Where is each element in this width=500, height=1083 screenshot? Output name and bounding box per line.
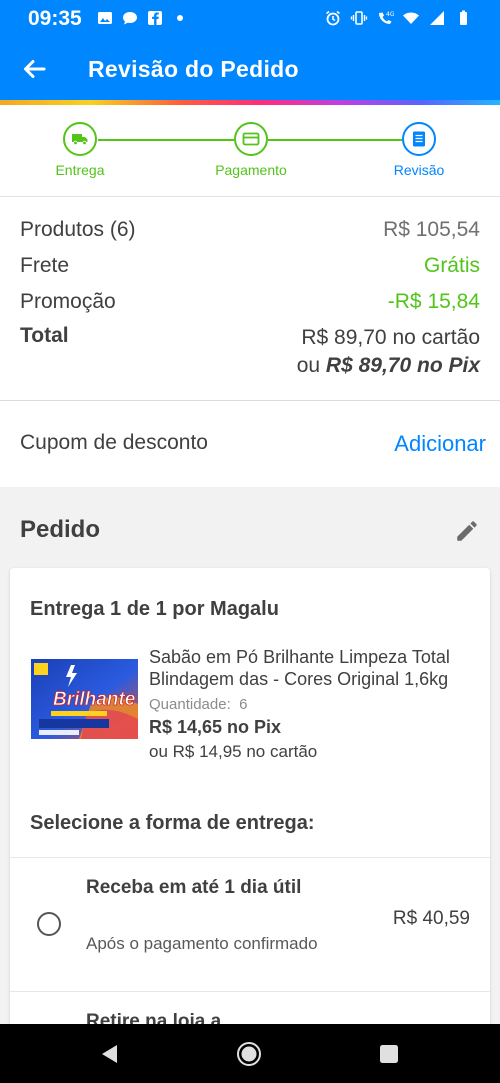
products-label: Produtos (6) xyxy=(20,218,136,241)
step-circle xyxy=(63,122,97,156)
status-time: 09:35 xyxy=(28,7,82,30)
product-name[interactable]: Sabão em Pó Brilhante Limpeza Total Blin… xyxy=(149,646,479,690)
product-price-card: ou R$ 14,95 no cartão xyxy=(149,742,318,761)
order-summary: Produtos (6) R$ 105,54 Frete Grátis Prom… xyxy=(0,197,500,401)
step-circle xyxy=(234,122,268,156)
status-bar: 09:35 4G xyxy=(0,0,500,38)
step-circle xyxy=(402,122,436,156)
summary-promo-row: Promoção -R$ 15,84 xyxy=(20,290,480,314)
dot-icon xyxy=(177,15,183,21)
vibrate-icon xyxy=(350,11,368,25)
total-pix-price: R$ 89,70 no Pix xyxy=(325,354,480,377)
quantity-label: Quantidade: xyxy=(149,696,231,713)
product-info: Sabão em Pó Brilhante Limpeza Total Blin… xyxy=(149,646,479,762)
checkout-stepper: Entrega Pagamento Revisão xyxy=(0,105,500,197)
delivery-radio[interactable] xyxy=(37,912,61,936)
quantity-value: 6 xyxy=(239,696,248,713)
products-value: R$ 105,54 xyxy=(383,218,480,241)
pencil-icon[interactable] xyxy=(454,518,480,544)
product-brand-logo: Brilhante xyxy=(53,689,136,710)
coupon-label: Cupom de desconto xyxy=(20,431,208,454)
add-coupon-button[interactable]: Adicionar xyxy=(394,431,486,457)
signal-icon xyxy=(430,11,444,25)
shipment-title: Entrega 1 de 1 por Magalu xyxy=(30,598,279,620)
step-label: Pagamento xyxy=(215,162,287,178)
order-card: Entrega 1 de 1 por Magalu Brilhante Sabã… xyxy=(10,568,490,1038)
step-revisao[interactable]: Revisão xyxy=(364,122,474,178)
receipt-icon xyxy=(413,131,425,147)
app-bar: Revisão do Pedido xyxy=(0,38,500,100)
gallery-icon xyxy=(98,12,112,24)
page-title: Revisão do Pedido xyxy=(88,56,299,82)
product-quantity: Quantidade: 6 xyxy=(149,696,479,713)
alarm-icon xyxy=(326,10,340,26)
nav-back-icon[interactable] xyxy=(97,1041,123,1067)
product-price-pix: R$ 14,65 no Pix xyxy=(149,717,282,737)
delivery-option-subtitle: Após o pagamento confirmado xyxy=(86,934,318,953)
wifi-icon xyxy=(403,12,419,24)
summary-total-row: Total R$ 89,70 no cartão ou R$ 89,70 no … xyxy=(20,324,480,380)
shipping-label: Frete xyxy=(20,254,70,277)
step-label: Entrega xyxy=(55,162,105,178)
total-pix-prefix: ou xyxy=(296,354,321,377)
back-arrow-icon[interactable] xyxy=(20,55,48,83)
truck-icon xyxy=(72,134,88,146)
step-label: Revisão xyxy=(393,162,445,178)
shipping-value: Grátis xyxy=(423,254,480,277)
system-icons: 4G xyxy=(324,9,472,27)
svg-text:4G: 4G xyxy=(386,11,394,18)
coupon-section: Cupom de desconto Adicionar xyxy=(0,401,500,487)
total-pix-line: ou R$ 89,70 no Pix xyxy=(297,352,480,380)
notification-icons xyxy=(96,9,189,27)
facebook-icon xyxy=(148,11,162,25)
step-entrega[interactable]: Entrega xyxy=(25,122,135,178)
call-4g-icon: 4G xyxy=(379,11,394,24)
chat-bubble-icon xyxy=(123,12,137,25)
delivery-section-title: Selecione a forma de entrega: xyxy=(30,812,315,834)
credit-card-icon xyxy=(242,132,260,146)
promo-value: -R$ 15,84 xyxy=(387,290,480,313)
total-card-price: R$ 89,70 no cartão xyxy=(301,326,480,349)
nav-recents-icon[interactable] xyxy=(376,1041,402,1067)
total-label: Total xyxy=(20,324,69,347)
promo-label: Promoção xyxy=(20,290,116,313)
battery-icon xyxy=(460,10,467,25)
summary-products-row: Produtos (6) R$ 105,54 xyxy=(20,218,480,242)
system-nav-bar xyxy=(0,1024,500,1083)
product-image: Brilhante xyxy=(31,659,138,739)
step-pagamento[interactable]: Pagamento xyxy=(196,122,306,178)
total-value: R$ 89,70 no cartão ou R$ 89,70 no Pix xyxy=(297,324,480,380)
delivery-option-price: R$ 40,59 xyxy=(392,908,470,929)
nav-home-icon[interactable] xyxy=(236,1041,262,1067)
summary-shipping-row: Frete Grátis xyxy=(20,254,480,278)
delivery-option-title: Receba em até 1 dia útil xyxy=(86,877,302,898)
order-section-title: Pedido xyxy=(20,516,101,543)
delivery-option[interactable]: Receba em até 1 dia útil Após o pagament… xyxy=(10,858,490,991)
